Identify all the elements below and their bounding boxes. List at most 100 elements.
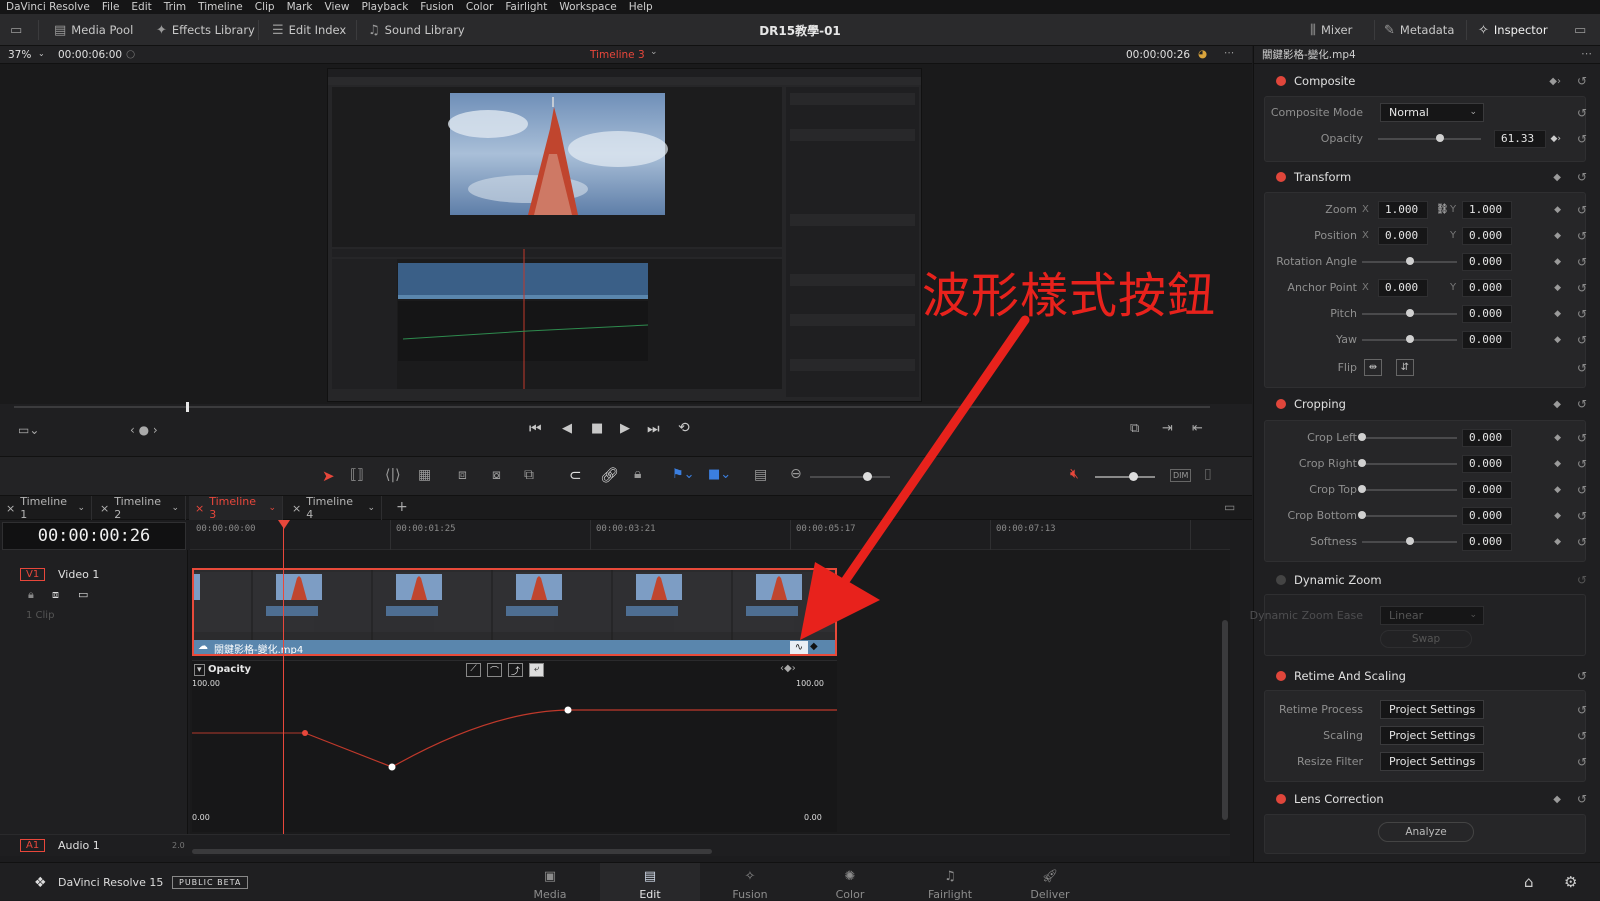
section-enable-toggle[interactable] (1276, 575, 1286, 585)
zoom-y-field[interactable]: 1.000 (1462, 201, 1512, 219)
section-transform[interactable]: Transform ◆ ↺ (1254, 164, 1600, 190)
scrubber-playhead[interactable] (186, 402, 189, 412)
auto-select-icon[interactable]: ⧈ (52, 588, 59, 602)
position-x-field[interactable]: 0.000 (1378, 227, 1428, 245)
section-enable-toggle[interactable] (1276, 76, 1286, 86)
dynamic-trim-icon[interactable]: ⟨|⟩ (385, 467, 401, 483)
nav-prev-next-icon[interactable]: ‹ ● › (130, 423, 158, 437)
inspector-button[interactable]: ✧ Inspector (1478, 21, 1548, 39)
reset-icon[interactable]: ↺ (1577, 454, 1587, 474)
keyframe-diamond-icon[interactable]: ◆ (1554, 480, 1561, 500)
rotation-slider-knob[interactable] (1406, 257, 1414, 265)
home-icon[interactable]: ⌂ (1524, 873, 1534, 891)
loop-icon[interactable]: ⟲ (678, 420, 690, 436)
keyframe-diamond-icon[interactable]: ◆› (1550, 129, 1561, 149)
keyframe-diamond-icon[interactable]: ◆ (1554, 428, 1561, 448)
timeline-ruler[interactable]: 00:00:00:00 00:00:01:25 00:00:03:21 00:0… (190, 520, 1230, 550)
replace-clip-icon[interactable]: ⧉ (524, 467, 534, 483)
mark-out-icon[interactable]: ⇥ (1162, 421, 1173, 436)
track-name-audio[interactable]: Audio 1 (58, 839, 100, 852)
chevron-down-icon[interactable]: ⌄ (650, 47, 658, 57)
opacity-curve-graph[interactable] (192, 661, 837, 833)
menu-workspace[interactable]: Workspace (553, 1, 622, 13)
reset-icon[interactable]: ↺ (1577, 304, 1587, 324)
crop-top-knob[interactable] (1358, 485, 1366, 493)
audio-level-knob[interactable] (1129, 472, 1138, 481)
reset-icon[interactable]: ↺ (1577, 252, 1587, 272)
crop-left-knob[interactable] (1358, 433, 1366, 441)
chevron-down-icon[interactable]: ⌄ (77, 503, 85, 513)
section-enable-toggle[interactable] (1276, 671, 1286, 681)
mixer-button[interactable]: ⫼ Mixer (1310, 21, 1352, 39)
go-to-end-icon[interactable]: ⏭ (647, 421, 660, 437)
audio-level-slider[interactable] (1095, 476, 1155, 478)
reset-icon[interactable]: ↺ (1577, 752, 1587, 772)
keyframe-diamond-icon[interactable]: ◆ (1553, 172, 1561, 183)
section-enable-toggle[interactable] (1276, 172, 1286, 182)
vertical-scrollbar[interactable] (1222, 620, 1228, 820)
menu-edit[interactable]: Edit (125, 1, 157, 13)
keyframe-point[interactable] (302, 730, 308, 736)
menu-timeline[interactable]: Timeline (192, 1, 249, 13)
video-clip[interactable]: ☁ 關鍵影格-變化.mp4 ∿ ◆ (192, 568, 837, 656)
play-icon[interactable]: ▶ (620, 421, 630, 436)
reset-icon[interactable]: ↺ (1577, 74, 1587, 88)
close-icon[interactable]: × (292, 502, 301, 515)
flip-horizontal-icon[interactable]: ⇹ (1364, 359, 1382, 376)
lock-icon[interactable]: 🔒︎ (28, 588, 34, 602)
menu-fusion[interactable]: Fusion (414, 1, 460, 13)
reset-icon[interactable]: ↺ (1577, 428, 1587, 448)
menu-view[interactable]: View (319, 1, 356, 13)
crop-top-slider[interactable] (1362, 489, 1457, 491)
menu-trim[interactable]: Trim (158, 1, 192, 13)
snapping-icon[interactable]: ⊂ (569, 466, 582, 484)
crop-bottom-slider[interactable] (1362, 515, 1457, 517)
section-lens-correction[interactable]: Lens Correction ◆ ↺ (1254, 786, 1600, 812)
track-name-video[interactable]: Video 1 (58, 568, 99, 581)
page-media[interactable]: ▣ Media (500, 863, 600, 901)
crop-bottom-field[interactable]: 0.000 (1462, 507, 1512, 525)
section-composite[interactable]: Composite ◆› ↺ (1254, 68, 1600, 94)
menu-help[interactable]: Help (623, 1, 659, 13)
more-options-icon[interactable]: ⋯ (1224, 47, 1235, 59)
stop-icon[interactable]: ■ (591, 421, 603, 436)
menu-fairlight[interactable]: Fairlight (499, 1, 553, 13)
reset-icon[interactable]: ↺ (1577, 278, 1587, 298)
crop-right-knob[interactable] (1358, 459, 1366, 467)
insert-clip-icon[interactable]: ⧈ (458, 467, 467, 483)
flag-icon[interactable]: ⚑⌄ (672, 467, 695, 482)
page-fairlight[interactable]: ♫ Fairlight (900, 863, 1000, 901)
keyframe-point[interactable] (564, 706, 572, 714)
keyframe-nav-icon[interactable]: ◆› (1549, 76, 1561, 87)
reset-icon[interactable]: ↺ (1577, 129, 1587, 149)
menu-file[interactable]: File (96, 1, 126, 13)
composite-mode-dropdown[interactable]: Normal ⌄ (1380, 103, 1484, 122)
timeline-options-icon[interactable]: ▭ (1224, 500, 1235, 514)
tab-timeline-3[interactable]: × Timeline 3 ⌄ (189, 495, 283, 521)
chevron-down-icon[interactable]: ⌄ (171, 503, 179, 513)
reset-icon[interactable]: ↺ (1577, 573, 1587, 587)
zoom-level[interactable]: 37% (8, 49, 31, 61)
keyframe-diamond-icon[interactable]: ◆ (1554, 532, 1561, 552)
more-options-icon[interactable]: ⋯ (1581, 47, 1592, 60)
softness-field[interactable]: 0.000 (1462, 533, 1512, 551)
close-icon[interactable]: × (195, 502, 204, 515)
edit-index-button[interactable]: ☰ Edit Index (272, 21, 346, 39)
color-wheel-icon[interactable]: ◕ (1198, 48, 1207, 60)
dim-button[interactable]: DIM (1170, 469, 1192, 482)
tab-timeline-1[interactable]: × Timeline 1 ⌄ (0, 495, 92, 521)
crop-right-field[interactable]: 0.000 (1462, 455, 1512, 473)
crop-bottom-knob[interactable] (1358, 511, 1366, 519)
close-icon[interactable]: × (100, 502, 109, 515)
crop-left-field[interactable]: 0.000 (1462, 429, 1512, 447)
position-y-field[interactable]: 0.000 (1462, 227, 1512, 245)
keyframe-diamond-icon[interactable]: ◆ (1554, 252, 1561, 272)
reset-icon[interactable]: ↺ (1577, 506, 1587, 526)
metadata-button[interactable]: ✎ Metadata (1384, 21, 1454, 39)
menu-playback[interactable]: Playback (355, 1, 414, 13)
viewer-timeline-name[interactable]: Timeline 3 (590, 49, 645, 61)
position-lock-icon[interactable]: 🔒︎ (634, 466, 641, 482)
reset-icon[interactable]: ↺ (1577, 480, 1587, 500)
section-cropping[interactable]: Cropping ◆ ↺ (1254, 391, 1600, 417)
opacity-slider[interactable] (1378, 138, 1481, 140)
